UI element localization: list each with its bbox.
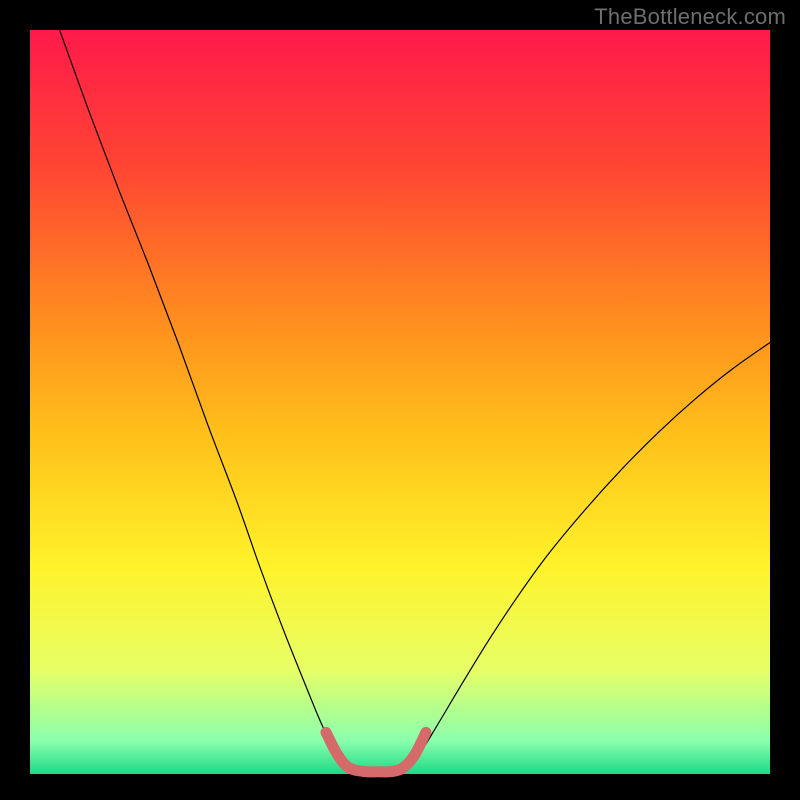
chart-frame: TheBottleneck.com	[0, 0, 800, 800]
bottleneck-chart	[0, 0, 800, 800]
watermark-text: TheBottleneck.com	[594, 4, 786, 30]
gradient-background	[30, 30, 770, 774]
